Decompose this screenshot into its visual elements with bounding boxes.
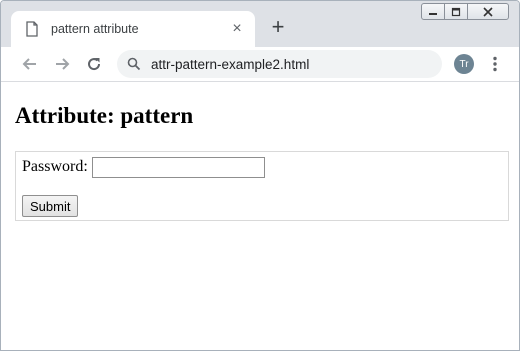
browser-menu-button[interactable] xyxy=(487,54,503,74)
title-bar: pattern attribute × + xyxy=(1,1,519,47)
profile-avatar[interactable]: Tr xyxy=(454,54,474,74)
search-icon xyxy=(127,57,141,71)
arrow-right-icon xyxy=(56,58,70,70)
close-window-button[interactable] xyxy=(467,3,509,20)
forward-button[interactable] xyxy=(51,53,73,75)
reload-button[interactable] xyxy=(83,53,105,75)
window-controls xyxy=(421,3,509,20)
password-label: Password: xyxy=(22,158,88,175)
close-icon xyxy=(483,6,493,17)
new-tab-button[interactable]: + xyxy=(267,14,289,39)
page-icon xyxy=(26,21,38,37)
address-input[interactable] xyxy=(151,56,421,72)
tab-active[interactable]: pattern attribute × xyxy=(11,11,255,47)
minimize-icon xyxy=(429,12,437,15)
address-bar[interactable] xyxy=(117,50,442,78)
tab-title: pattern attribute xyxy=(51,22,139,36)
browser-toolbar: Tr xyxy=(1,47,519,82)
browser-window: pattern attribute × + Tr Attribute: patt… xyxy=(0,0,520,351)
submit-button[interactable]: Submit xyxy=(22,195,79,217)
more-vertical-icon xyxy=(493,56,497,72)
restore-button[interactable] xyxy=(444,3,468,20)
pattern-form: Password: Submit xyxy=(15,151,509,221)
tab-close-button[interactable]: × xyxy=(229,20,245,37)
minimize-button[interactable] xyxy=(421,3,445,20)
reload-icon xyxy=(88,58,101,71)
password-field[interactable] xyxy=(92,157,265,178)
back-button[interactable] xyxy=(19,53,41,75)
page-title: Attribute: pattern xyxy=(15,103,194,128)
restore-icon xyxy=(451,7,461,16)
page-content: Attribute: pattern Password: Submit xyxy=(1,83,519,350)
arrow-left-icon xyxy=(22,58,36,70)
